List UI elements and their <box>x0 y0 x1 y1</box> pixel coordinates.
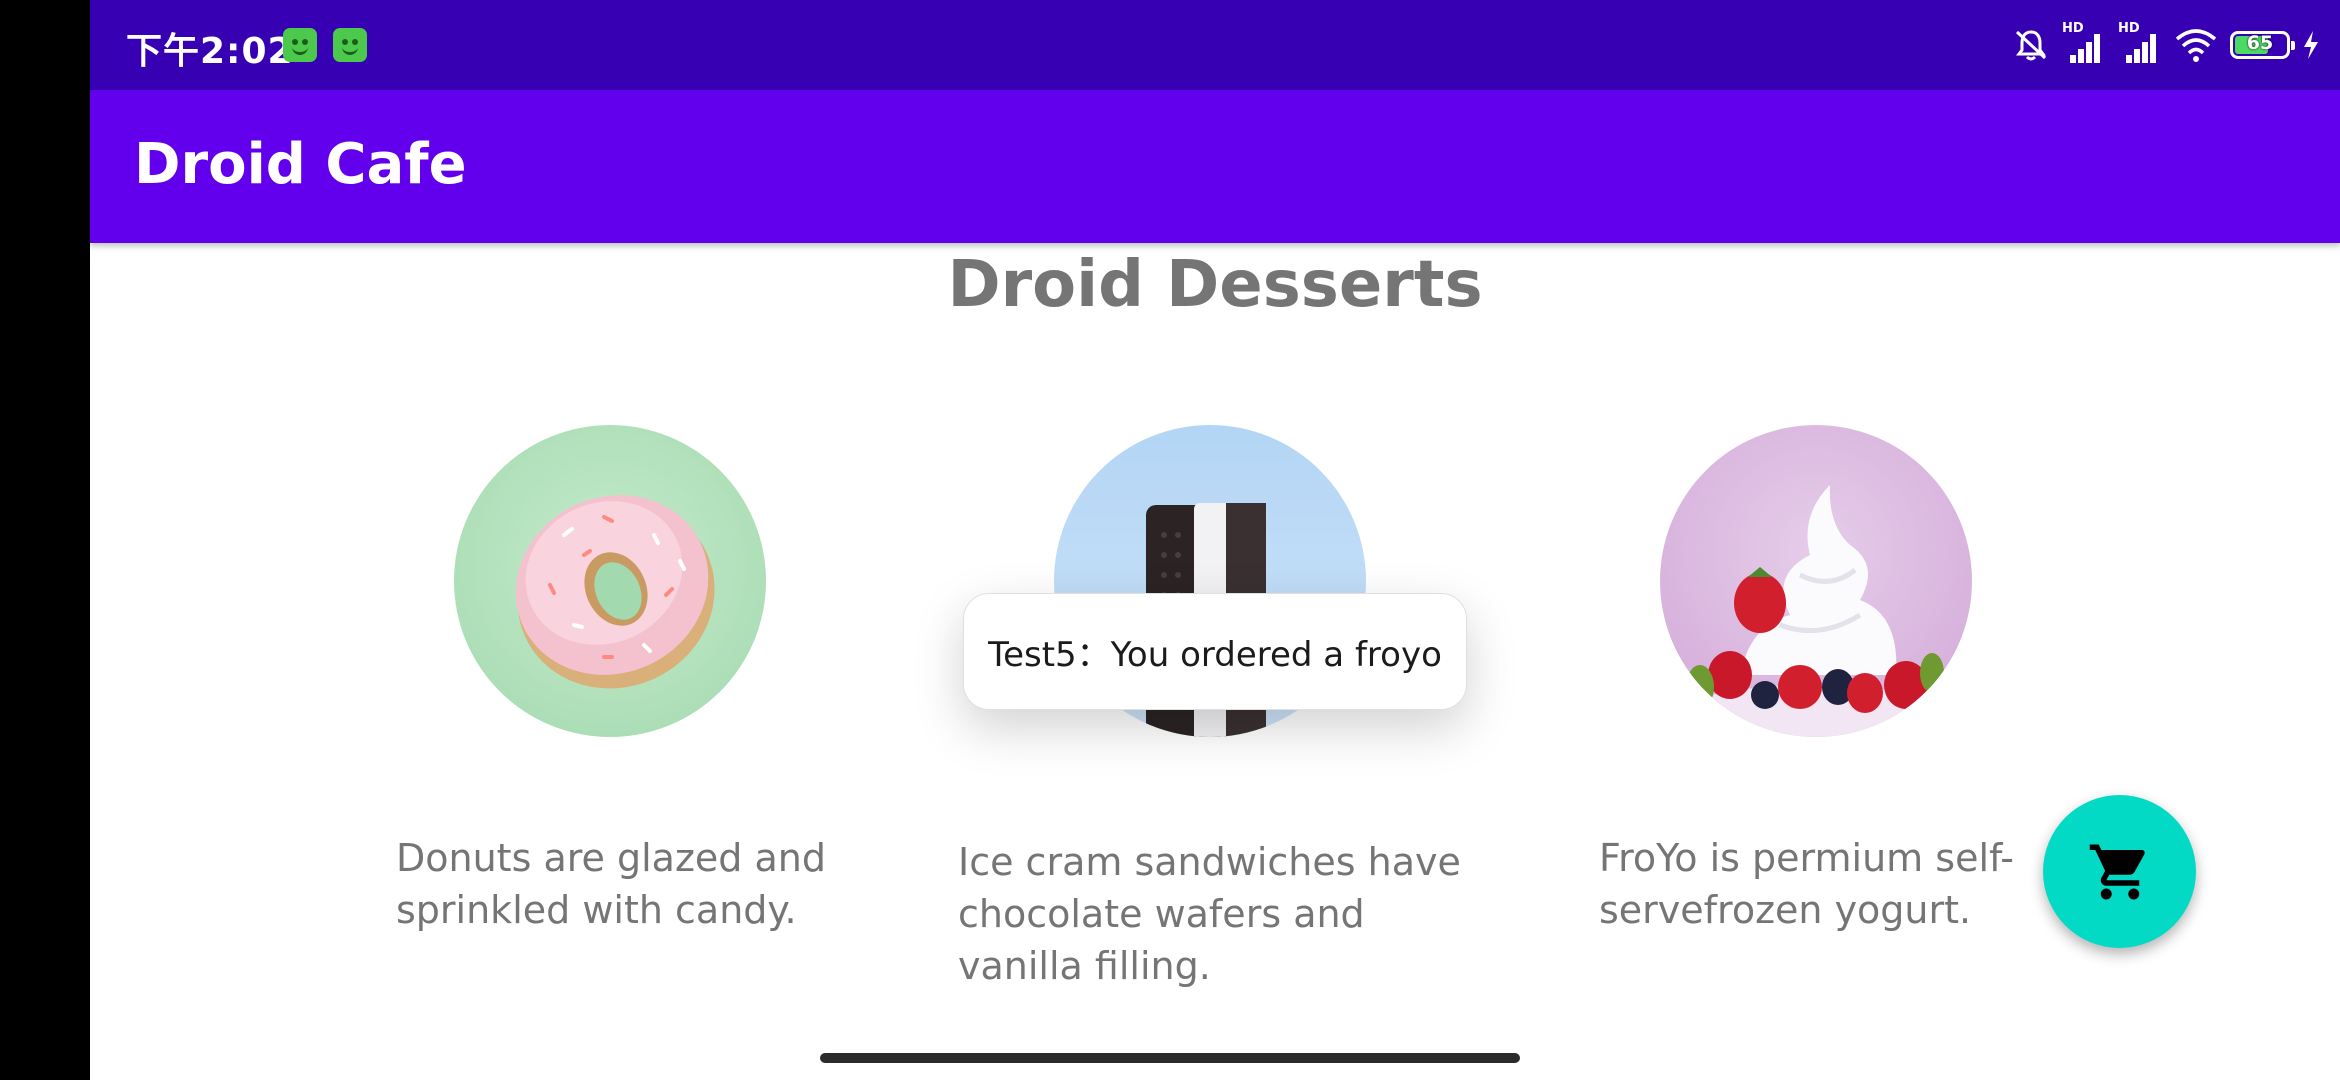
froyo-image[interactable] <box>1660 425 1972 737</box>
shopping-cart-icon <box>2089 844 2145 899</box>
wifi-icon <box>2175 29 2217 62</box>
signal-icon: HD <box>2062 21 2106 65</box>
cart-fab-button[interactable] <box>2043 795 2196 948</box>
charging-icon <box>2304 31 2318 59</box>
page-heading: Droid Desserts <box>947 248 1483 322</box>
status-icons: HD HD 65 <box>2012 21 2320 68</box>
battery-icon: 65 <box>2230 31 2295 59</box>
donut-image[interactable] <box>454 425 766 737</box>
froyo-description: FroYo is permium self-servefrozen yogurt… <box>1599 836 2015 932</box>
signal-icon: HD <box>2118 21 2162 65</box>
donut-description: Donuts are glazed and sprinkled with can… <box>396 836 826 932</box>
app-screen: 下午2:02 HD HD 65 Droid Cafe Droid Dessert… <box>90 0 2340 1080</box>
app-bar: Droid Cafe <box>90 90 2340 243</box>
battery-level: 65 <box>2246 32 2274 54</box>
gesture-navigation-bar[interactable] <box>820 1053 1520 1063</box>
toast-text: Test5：You ordered a froyo <box>988 635 1442 675</box>
toast-message: Test5：You ordered a froyo <box>963 593 1467 710</box>
status-time: 下午2:02 <box>126 31 294 72</box>
app-notification-icon <box>333 28 367 62</box>
silent-icon <box>2015 30 2047 61</box>
ice-cream-sandwich-description: Ice cram sandwiches have chocolate wafer… <box>958 840 1461 988</box>
status-bar: 下午2:02 HD HD 65 <box>90 0 2340 90</box>
app-notification-icon <box>283 28 317 62</box>
app-title: Droid Cafe <box>134 132 467 197</box>
